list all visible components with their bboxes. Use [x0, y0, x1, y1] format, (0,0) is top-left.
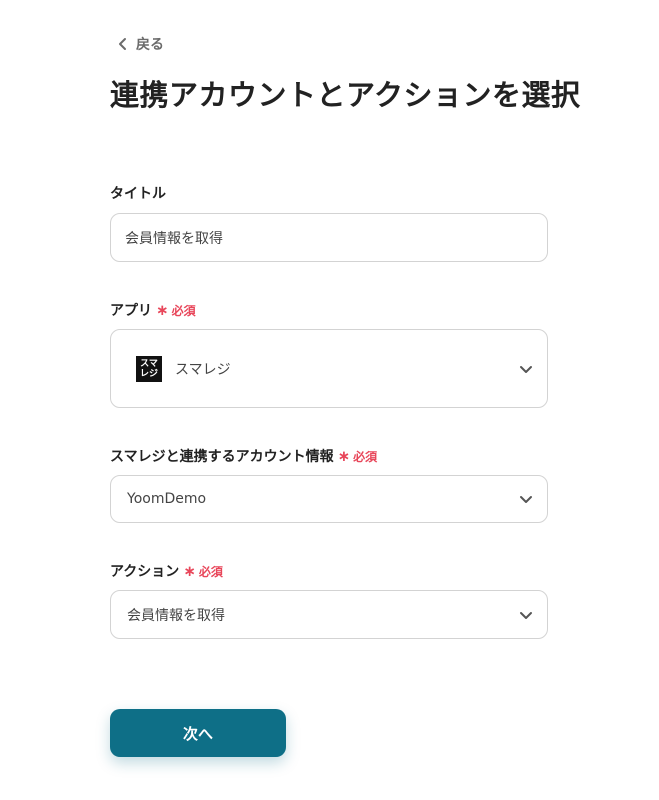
chevron-down-icon [520, 611, 532, 619]
title-input-value: 会員情報を取得 [125, 230, 223, 247]
account-field-label: スマレジと連携するアカウント情報 ∗ 必須 [110, 446, 377, 466]
app-select-value: スマレジ [175, 361, 231, 378]
title-input[interactable]: 会員情報を取得 [110, 213, 548, 262]
app-field-label: アプリ ∗ 必須 [110, 300, 196, 320]
logo-line-2: レジ [139, 368, 158, 379]
page-title: 連携アカウントとアクションを選択 [110, 78, 581, 112]
action-select[interactable]: 会員情報を取得 [110, 590, 548, 639]
required-badge: ∗ 必須 [156, 302, 196, 319]
action-select-value: 会員情報を取得 [127, 607, 225, 624]
required-badge: ∗ 必須 [338, 448, 378, 465]
title-label-text: タイトル [110, 186, 166, 202]
chevron-left-icon [119, 38, 126, 50]
required-text: 必須 [171, 303, 196, 318]
app-label-text: アプリ [110, 303, 152, 319]
required-badge: ∗ 必須 [183, 563, 223, 580]
logo-line-1: スマ [140, 358, 158, 369]
chevron-down-icon [520, 496, 532, 503]
required-asterisk-icon: ∗ [183, 561, 196, 580]
smaregi-logo: スマ レジ [136, 355, 162, 382]
action-field-label: アクション ∗ 必須 [110, 561, 223, 581]
account-label-text: スマレジと連携するアカウント情報 [110, 449, 334, 465]
next-button[interactable]: 次へ [110, 709, 286, 757]
chevron-down-icon [520, 365, 532, 373]
required-asterisk-icon: ∗ [337, 446, 351, 465]
action-label-text: アクション [110, 564, 180, 580]
back-link[interactable]: 戻る [116, 34, 164, 54]
required-asterisk-icon: ∗ [156, 300, 169, 319]
account-select[interactable]: YoomDemo [110, 475, 548, 523]
title-field-label: タイトル [110, 183, 166, 203]
app-select[interactable]: スマ レジ スマレジ [110, 329, 548, 408]
required-text: 必須 [198, 564, 223, 579]
back-label: 戻る [136, 37, 164, 53]
account-select-value: YoomDemo [127, 491, 207, 507]
required-text: 必須 [353, 449, 378, 464]
